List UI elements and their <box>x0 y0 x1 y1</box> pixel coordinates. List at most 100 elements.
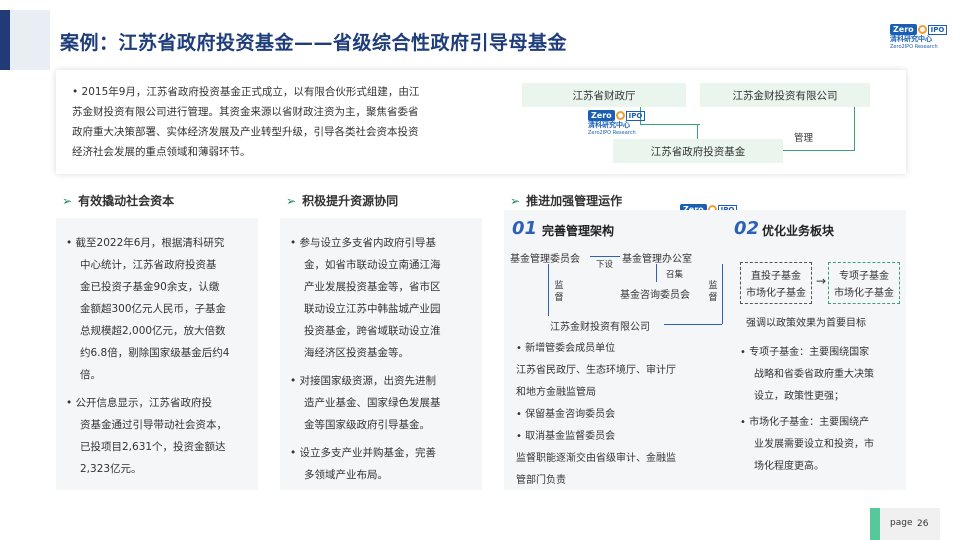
panel2-line: 金，如省市联动设立南通江海 <box>304 259 441 271</box>
section3-head-text: 推进加强管理运作 <box>526 194 623 208</box>
logo-cn: 清科研究中心 <box>588 121 630 129</box>
panel3-right-line: 战略和省委省政府重大决策 <box>754 369 874 380</box>
intro-text: • 2015年9月，江苏省政府投资基金正式成立，以有限合伙形式组建，由江 苏金财… <box>72 82 492 162</box>
segment-box-special: 专项子基金 市场化子基金 <box>828 262 900 304</box>
panel3-right-line: • 市场化子基金：主要围绕产 <box>740 417 870 428</box>
org-line <box>783 150 855 151</box>
panel3-left-line: 管部门负责 <box>516 475 566 486</box>
logo-zero: Zero <box>588 110 615 121</box>
structure-line <box>656 264 657 282</box>
panel1-line: 2,323亿元。 <box>80 463 142 475</box>
jiandu-label-right: 监督 <box>708 281 718 303</box>
logo-cn: 清科研究中心 <box>890 35 932 43</box>
logo-en: Zero2IPO Research <box>588 130 636 136</box>
structure-line <box>590 256 620 257</box>
org-line <box>697 124 698 139</box>
panel3-left-text: • 新增管委会成员单位 江苏省民政厅、生态环境厅、审计厅 和地方金融监管局 • … <box>516 338 738 492</box>
arrow-icon: ➢ <box>286 194 297 208</box>
title-accent-bar <box>0 10 10 70</box>
panel1-line: 约6.8倍，剔除国家级基金后约4 <box>80 347 230 359</box>
panel2-line: • 参与设立多支省内政府引导基 <box>290 237 437 249</box>
step-02-number: 02 <box>734 218 760 239</box>
section2-head-text: 积极提升资源协同 <box>302 194 399 208</box>
panel1-line: 中心统计，江苏省政府投资基 <box>80 259 217 271</box>
panel2-line: 造产业基金、国家绿色发展基 <box>304 397 441 409</box>
org-fund-box: 江苏省政府投资基金 <box>613 139 783 163</box>
page-number: 26 <box>917 519 929 529</box>
org-jincai-box: 江苏金财投资有限公司 <box>700 83 870 107</box>
panel3-left-line: • 保留基金咨询委员会 <box>516 409 616 420</box>
arrow-icon: ➢ <box>62 194 73 208</box>
panel2-line: 产业发展投资基金等，省市区 <box>304 281 441 293</box>
step-01-number: 01 <box>512 218 538 239</box>
org-line <box>854 107 855 151</box>
panel2-line: 多领域产业布局。 <box>304 469 388 481</box>
intro-line: 经济社会发展的重点领域和薄弱环节。 <box>72 146 251 158</box>
page-accent-bar <box>870 508 880 540</box>
jiandu-label-left: 监督 <box>554 281 564 303</box>
panel1-line: • 公开信息显示，江苏省政府投 <box>66 397 213 409</box>
panel1-line: 金额超300亿元人民币，子基金 <box>80 303 227 315</box>
panel2-line: 联动设立江苏中韩盐城产业园 <box>304 303 441 315</box>
panel3-right-line: 业发展需要设立和投资，市 <box>754 439 874 450</box>
zhaoji-label: 召集 <box>666 270 684 280</box>
step-02-title: 优化业务板块 <box>762 224 835 238</box>
panel2-line: 海经济区投资基金等。 <box>304 347 409 359</box>
panel3-left-line: 监督职能逐渐交由省级审计、金融监 <box>516 453 676 464</box>
office-node: 基金管理办公室 <box>622 254 692 265</box>
panel1-line: 已投项目2,631个，投资金额达 <box>80 441 226 453</box>
intro-line: 苏金财投资有限公司进行管理。其资金来源以省财政注资为主，聚焦省委省 <box>72 106 419 118</box>
panel3-left-line: • 取消基金监督委员会 <box>516 431 616 442</box>
panel2-line: • 设立多支产业并购基金，完善 <box>290 447 437 459</box>
section3-head: ➢ 推进加强管理运作 <box>510 192 622 209</box>
segment-box-direct: 直投子基金 市场化子基金 <box>740 262 812 304</box>
arrow-right-icon: → <box>816 274 827 288</box>
panel1-line: 倍。 <box>80 369 101 381</box>
page-title: 案例：江苏省政府投资基金——省级综合性政府引导母基金 <box>60 32 568 54</box>
section1-head: ➢ 有效撬动社会资本 <box>62 192 174 209</box>
panel1-text: • 截至2022年6月，根据清科研究 中心统计，江苏省政府投资基 金已投资子基金… <box>66 232 256 480</box>
logo-ring-icon <box>917 25 927 34</box>
section2-head: ➢ 积极提升资源协同 <box>286 192 398 209</box>
panel1-line: 总规模超2,000亿元，放大倍数 <box>80 325 226 337</box>
segment-item: 直投子基金 <box>751 271 801 282</box>
page-label: page <box>890 518 913 528</box>
step-01-title: 完善管理架构 <box>542 224 615 238</box>
org-line <box>640 124 700 125</box>
panel2-text: • 参与设立多支省内政府引导基 金，如省市联动设立南通江海 产业发展投资基金等，… <box>290 232 480 486</box>
zero2ipo-logo: Zero IPO 清科研究中心 Zero2IPO Research <box>890 24 948 50</box>
logo-zero: Zero <box>890 24 917 35</box>
intro-line: • 2015年9月，江苏省政府投资基金正式成立，以有限合伙形式组建，由江 <box>72 86 420 98</box>
segment-item: 市场化子基金 <box>746 288 806 299</box>
panel2-line: 金等国家级政府引导基金。 <box>304 419 430 431</box>
arrow-icon: ➢ <box>510 194 521 208</box>
panel3-left-line: 和地方金融监管局 <box>516 387 596 398</box>
org-manage-label: 管理 <box>794 133 814 144</box>
zero2ipo-logo-small: Zero IPO 清科研究中心 Zero2IPO Research <box>588 110 646 136</box>
logo-ipo: IPO <box>625 110 646 121</box>
panel3-right-line: 场化程度更高。 <box>754 461 824 472</box>
logo-ipo: IPO <box>927 24 948 35</box>
panel3-left-line: • 新增管委会成员单位 <box>516 343 616 354</box>
committee-node: 基金管理委员会 <box>510 254 580 265</box>
policy-note: 强调以政策效果为首要目标 <box>746 318 866 329</box>
panel3-left-line: 江苏省民政厅、生态环境厅、审计厅 <box>516 365 676 376</box>
panel2-line: 投资基金，跨省域联动设立淮 <box>304 325 441 337</box>
structure-line <box>722 264 723 324</box>
logo-en: Zero2IPO Research <box>890 44 938 50</box>
section1-head-text: 有效撬动社会资本 <box>78 194 175 208</box>
panel1-line: 资基金通过引导带动社会资本， <box>80 419 227 431</box>
org-finance-box: 江苏省财政厅 <box>522 83 686 107</box>
panel1-line: 金已投资子基金90余支，认缴 <box>80 281 220 293</box>
panel3-right-line: 设立，政策性更强； <box>754 391 844 402</box>
logo-ring-icon <box>615 111 625 120</box>
panel3-right-line: • 专项子基金：主要围绕国家 <box>740 347 870 358</box>
advisory-node: 基金咨询委员会 <box>620 290 690 301</box>
panel1-line: • 截至2022年6月，根据清科研究 <box>66 237 225 249</box>
title-band <box>10 10 50 70</box>
panel2-line: • 对接国家级资源，出资先进制 <box>290 375 437 387</box>
segment-item: 专项子基金 <box>839 271 889 282</box>
intro-line: 政府重大决策部署、实体经济发展及产业转型升级，引导各类社会资本投资 <box>72 126 419 138</box>
segment-item: 市场化子基金 <box>834 288 894 299</box>
structure-line <box>664 324 722 325</box>
